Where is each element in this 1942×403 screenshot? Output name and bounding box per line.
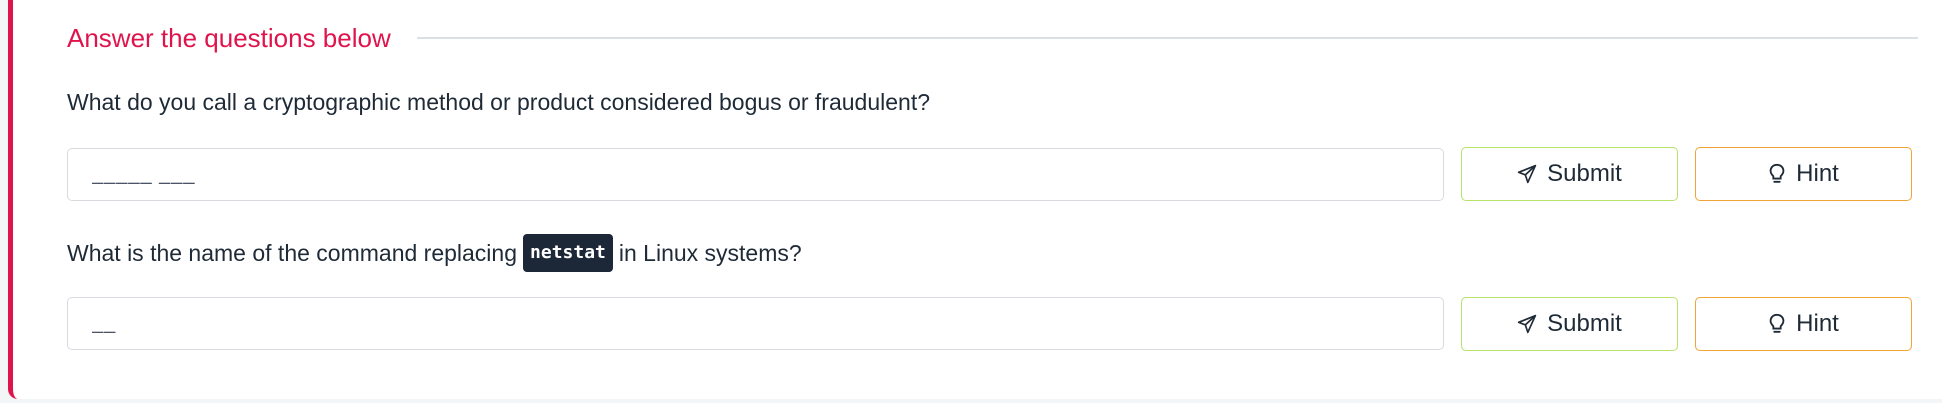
question-2-text: What is the name of the command replacin…	[67, 233, 802, 273]
question-2-answer-input[interactable]	[67, 297, 1444, 350]
header-divider	[416, 37, 1918, 39]
question-1-label: What do you call a cryptographic method …	[67, 88, 931, 115]
question-1-submit-button[interactable]: Submit	[1461, 147, 1678, 201]
hint-label: Hint	[1796, 160, 1839, 187]
inline-code: netstat	[523, 234, 613, 272]
question-2-hint-button[interactable]: Hint	[1695, 297, 1912, 351]
question-1-text: What do you call a cryptographic method …	[67, 86, 930, 118]
section-header: Answer the questions below	[67, 20, 1942, 56]
lightbulb-icon	[1768, 313, 1786, 335]
question-2-label-after: in Linux systems?	[618, 239, 802, 266]
question-1-answer-input[interactable]	[67, 148, 1444, 201]
question-2-submit-button[interactable]: Submit	[1461, 297, 1678, 351]
questions-card: Answer the questions below What do you c…	[8, 0, 1942, 399]
hint-label: Hint	[1796, 310, 1839, 337]
section-title: Answer the questions below	[67, 22, 391, 53]
question-2-label-before: What is the name of the command replacin…	[67, 239, 518, 266]
paper-plane-icon	[1517, 314, 1537, 334]
question-1-hint-button[interactable]: Hint	[1695, 147, 1912, 201]
lightbulb-icon	[1768, 163, 1786, 185]
submit-label: Submit	[1547, 310, 1622, 337]
paper-plane-icon	[1517, 164, 1537, 184]
submit-label: Submit	[1547, 160, 1622, 187]
